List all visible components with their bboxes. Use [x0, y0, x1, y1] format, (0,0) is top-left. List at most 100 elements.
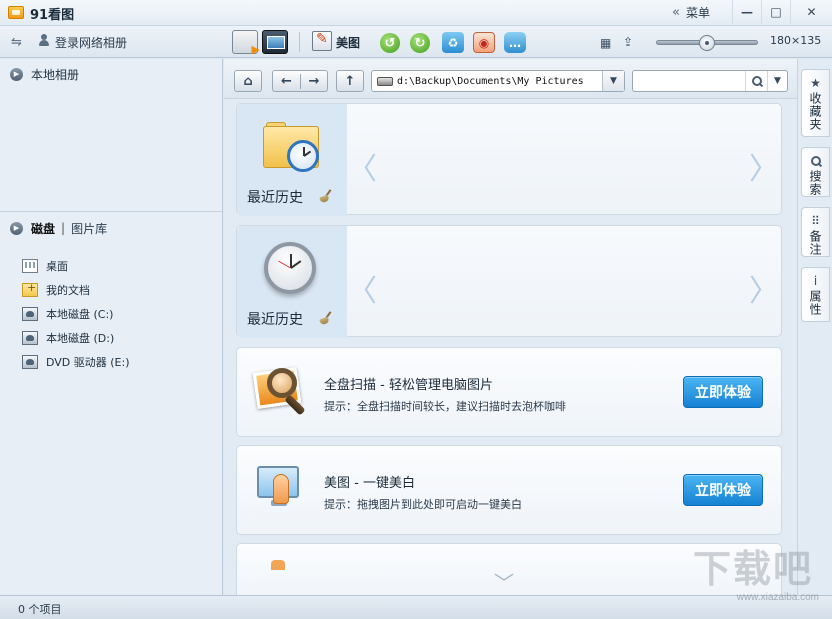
back-forward-group: ← → — [272, 70, 328, 92]
delete-button[interactable]: ♻ — [442, 32, 464, 53]
feature-title: 全盘扫描 - 轻松管理电脑图片 — [324, 378, 493, 393]
tree-item-dvd-e[interactable]: DVD 驱动器 (E:) — [22, 350, 130, 374]
tree-item-my-documents[interactable]: 我的文档 — [22, 278, 130, 302]
close-button[interactable]: ✕ — [790, 0, 832, 24]
main-panel: ⌂ ← → ↑ d:\Backup\Documents\My Pictures … — [224, 59, 797, 595]
maximize-button[interactable]: □ — [761, 0, 790, 24]
dvd-drive-icon — [22, 355, 38, 369]
login-network-album-link[interactable]: 登录网络相册 — [55, 34, 127, 51]
feature-tip: 提示：全盘扫描时间较长，建议扫描时去泡杯咖啡 — [324, 400, 566, 413]
slideshow-button[interactable] — [232, 30, 260, 56]
feature-title: 美图 - 一键美白 — [324, 476, 415, 491]
scroll-down-chevron-icon[interactable]: ﹀ — [494, 567, 514, 595]
meitu-button[interactable]: 美图 — [336, 34, 360, 51]
sidebar-divider — [0, 211, 222, 212]
search-dropdown-button[interactable]: ▼ — [767, 71, 787, 91]
drive-icon — [377, 76, 393, 86]
meitu-whiten-card: 美图 - 一键美白 提示：拖拽图片到此处即可启动一键美白 立即体验 — [236, 445, 782, 535]
tree-item-label: 我的文档 — [46, 284, 90, 297]
export-icon[interactable]: ⇪ — [623, 35, 633, 49]
tree-item-drive-d[interactable]: 本地磁盘 (D:) — [22, 326, 130, 350]
rotate-right-button[interactable]: ↻ — [410, 33, 430, 53]
recent-history-tile[interactable]: 最近历史 — [237, 104, 347, 216]
tab-label: 属性 — [808, 290, 822, 316]
try-now-button[interactable]: 立即体验 — [683, 474, 763, 506]
folder-tree: 桌面 我的文档 本地磁盘 (C:) 本地磁盘 (D:) DVD 驱动器 (E:) — [22, 254, 130, 374]
slider-thumb[interactable] — [699, 35, 715, 51]
set-wallpaper-button[interactable]: ◉ — [473, 32, 495, 53]
feedback-chat-button[interactable]: … — [504, 32, 526, 53]
touch-screen-icon — [255, 464, 303, 514]
scroll-left-icon[interactable]: 〈 — [347, 266, 377, 310]
double-chevron-icon: « — [672, 4, 680, 20]
local-album-label[interactable]: 本地相册 — [31, 66, 79, 83]
try-now-button[interactable]: 立即体验 — [683, 376, 763, 408]
watermark-logo-text: 下载吧 — [693, 549, 814, 591]
menu-label: 菜单 — [685, 5, 710, 20]
clear-history-icon[interactable] — [320, 311, 334, 325]
tab-label: 收藏夹 — [808, 92, 822, 131]
recent-history-tile[interactable]: 最近历史 — [237, 226, 347, 338]
user-icon — [39, 34, 49, 46]
feature-thumbnail-icon — [271, 560, 285, 570]
forward-button[interactable]: → — [299, 73, 327, 89]
recent-history-card: 最近历史 〈 〉 — [236, 103, 782, 216]
fullscreen-view-button[interactable] — [262, 30, 288, 54]
clear-history-icon[interactable] — [320, 189, 334, 203]
right-side-panel: ★ 收藏夹 搜索 ⠿ 备注 i 属性 — [797, 59, 832, 595]
main-menu-button[interactable]: « 菜单 — [672, 3, 710, 21]
tree-item-label: 本地磁盘 (C:) — [46, 308, 114, 321]
search-icon — [751, 76, 762, 86]
tree-item-drive-c[interactable]: 本地磁盘 (C:) — [22, 302, 130, 326]
tab-label: 备注 — [808, 230, 822, 256]
local-album-section[interactable]: ▶ 本地相册 — [0, 61, 222, 87]
clock-icon — [264, 242, 316, 294]
grid-view-icon[interactable]: ▦ — [600, 36, 611, 50]
back-button[interactable]: ← — [273, 74, 300, 89]
tab-picture-library[interactable]: 图片库 — [71, 220, 107, 237]
search-button[interactable] — [745, 71, 767, 91]
feature-tip: 提示：拖拽图片到此处即可启动一键美白 — [324, 498, 522, 511]
search-input[interactable]: ▼ — [632, 70, 788, 92]
tab-notes[interactable]: ⠿ 备注 — [801, 207, 830, 257]
tab-search[interactable]: 搜索 — [801, 147, 830, 197]
watermark-url: www.xiazaiba.com — [736, 592, 819, 603]
address-path[interactable]: d:\Backup\Documents\My Pictures — [397, 76, 603, 87]
tab-favorites[interactable]: ★ 收藏夹 — [801, 69, 830, 137]
up-folder-button[interactable]: ↑ — [336, 70, 364, 92]
drive-icon — [22, 307, 38, 321]
tab-separator: | — [61, 221, 66, 235]
site-watermark: 下载吧 www.xiazaiba.com — [693, 548, 825, 610]
toolbar-divider — [299, 32, 300, 52]
tree-item-desktop[interactable]: 桌面 — [22, 254, 130, 278]
tree-item-label: DVD 驱动器 (E:) — [46, 356, 130, 369]
app-logo-icon — [8, 6, 24, 19]
disk-section-tabs: ▶ 磁盘 | 图片库 — [0, 215, 222, 241]
tab-properties[interactable]: i 属性 — [801, 267, 830, 322]
expand-arrow-icon[interactable]: ▶ — [10, 67, 23, 81]
grid-dots-icon: ⠿ — [811, 213, 820, 228]
scroll-left-icon[interactable]: 〈 — [347, 144, 377, 188]
tree-item-label: 本地磁盘 (D:) — [46, 332, 115, 345]
rotate-left-button[interactable]: ↺ — [380, 33, 400, 53]
scroll-right-icon[interactable]: 〉 — [749, 266, 779, 310]
usb-icon[interactable]: ⇋ — [11, 35, 22, 50]
app-title: 91看图 — [30, 8, 75, 23]
content-area: 最近历史 〈 〉 最近历史 〈 〉 全盘扫描 - 轻松管理电脑图片 提示：全盘扫… — [224, 100, 797, 595]
address-bar[interactable]: d:\Backup\Documents\My Pictures ▼ — [371, 70, 625, 92]
thumbnail-size-label: 180×135 — [770, 34, 822, 47]
recent-history-card: 最近历史 〈 〉 — [236, 225, 782, 338]
tab-disk[interactable]: 磁盘 — [31, 220, 55, 237]
expand-arrow-icon[interactable]: ▶ — [10, 221, 23, 235]
home-button[interactable]: ⌂ — [234, 70, 262, 92]
item-count-status: 0 个项目 — [18, 603, 62, 616]
meitu-icon[interactable] — [312, 31, 332, 51]
desktop-icon — [22, 259, 38, 273]
documents-icon — [22, 281, 38, 297]
search-icon — [809, 154, 822, 167]
scroll-right-icon[interactable]: 〉 — [749, 144, 779, 188]
minimize-button[interactable]: — — [732, 0, 761, 24]
thumbnail-size-slider[interactable] — [656, 35, 758, 51]
address-dropdown-button[interactable]: ▼ — [602, 71, 624, 91]
title-bar: 91看图 « 菜单 — □ ✕ — [0, 0, 832, 26]
